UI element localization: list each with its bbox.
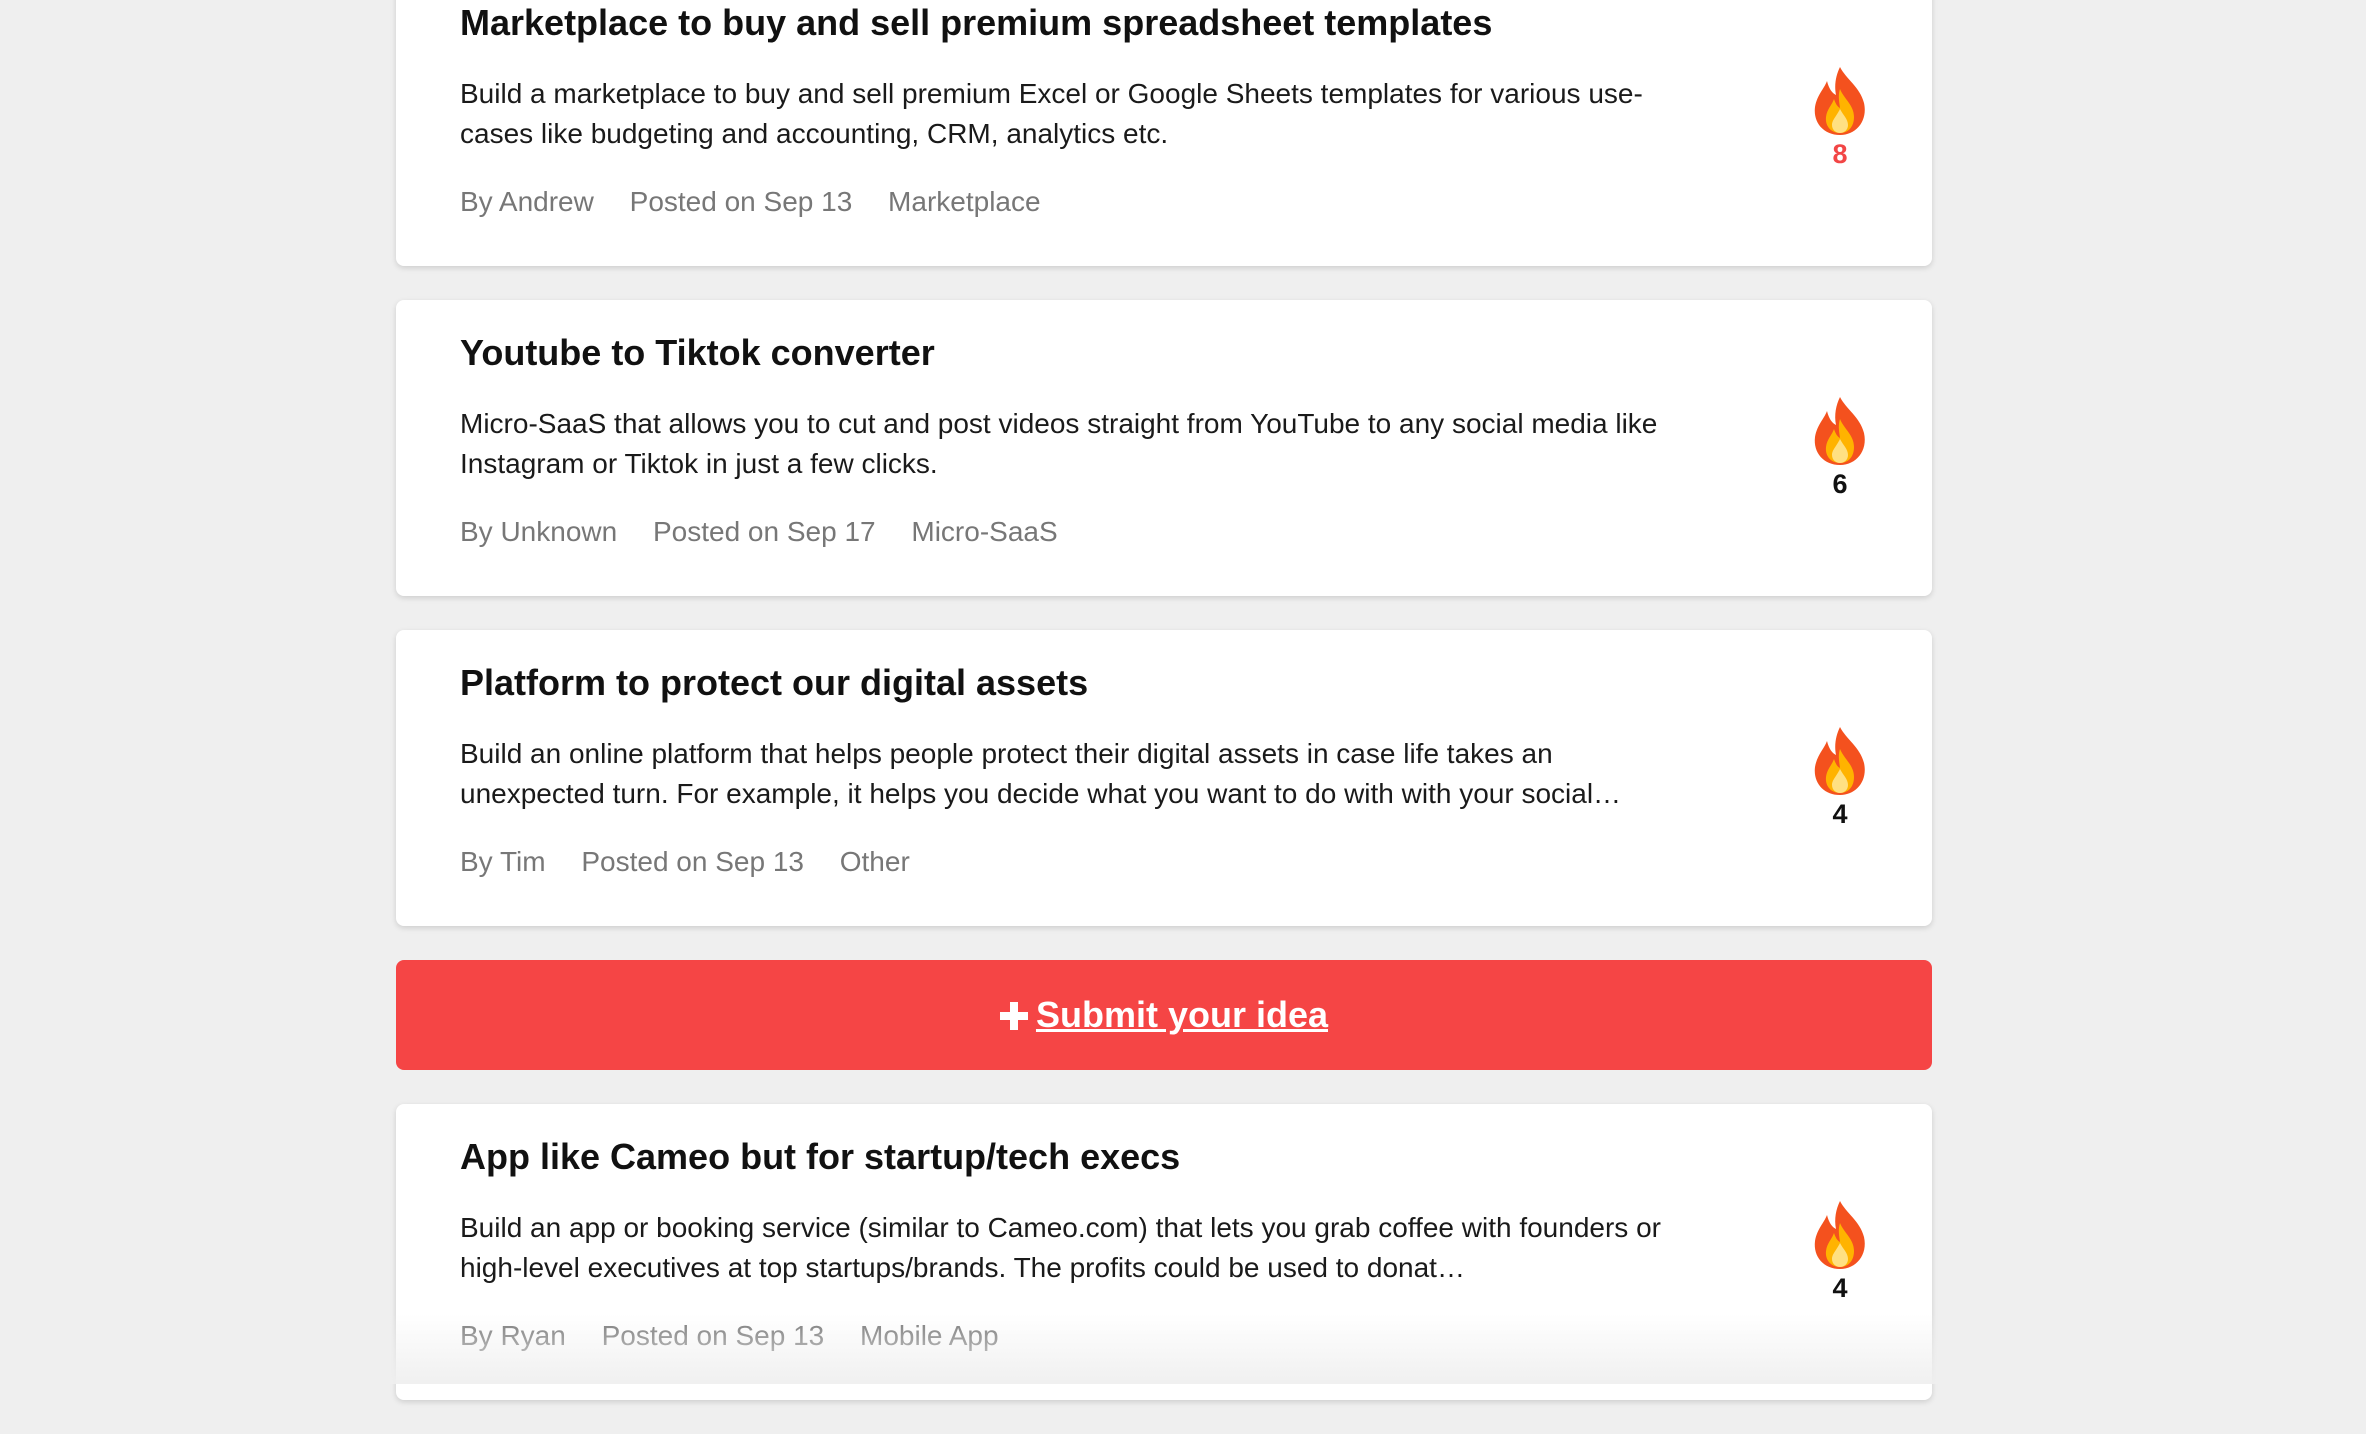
idea-author: By Ryan	[460, 1320, 566, 1351]
idea-card[interactable]: Marketplace to buy and sell premium spre…	[396, 0, 1932, 266]
idea-date: Posted on Sep 17	[652, 516, 876, 547]
idea-category[interactable]: Mobile App	[860, 1320, 999, 1351]
idea-card[interactable]: Platform to protect our digital assets B…	[396, 630, 1932, 926]
idea-date: Posted on Sep 13	[601, 1320, 825, 1351]
idea-category[interactable]: Micro-SaaS	[911, 516, 1057, 547]
idea-author: By Tim	[460, 846, 546, 877]
ideas-feed: Marketplace to buy and sell premium spre…	[396, 0, 1932, 1434]
idea-author: By Unknown	[460, 516, 618, 547]
idea-card[interactable]: App like Cameo but for startup/tech exec…	[396, 1104, 1932, 1400]
upvote-button[interactable]: 4	[1800, 725, 1880, 831]
idea-meta: By Andrew Posted on Sep 13 Marketplace	[460, 182, 1662, 222]
fire-icon	[1800, 65, 1880, 137]
idea-title[interactable]: App like Cameo but for startup/tech exec…	[460, 1132, 1662, 1182]
submit-idea-button[interactable]: Submit your idea	[396, 960, 1932, 1070]
submit-idea-label: Submit your idea	[1035, 994, 1329, 1035]
idea-author: By Andrew	[460, 186, 594, 217]
idea-meta: By Tim Posted on Sep 13 Other	[460, 842, 1662, 882]
idea-date: Posted on Sep 13	[581, 846, 804, 877]
upvote-button[interactable]: 4	[1800, 1199, 1880, 1305]
fire-icon	[1800, 725, 1880, 797]
idea-meta: By Unknown Posted on Sep 17 Micro-SaaS	[460, 512, 1662, 552]
vote-count: 4	[1832, 799, 1848, 829]
idea-title[interactable]: Youtube to Tiktok converter	[460, 328, 1662, 378]
vote-count: 8	[1832, 139, 1848, 169]
idea-description: Micro-SaaS that allows you to cut and po…	[460, 408, 1658, 479]
idea-description: Build a marketplace to buy and sell prem…	[460, 78, 1643, 149]
idea-description: Build an app or booking service (similar…	[460, 1212, 1661, 1283]
fire-icon	[1800, 1199, 1880, 1271]
idea-title[interactable]: Marketplace to buy and sell premium spre…	[460, 0, 1662, 48]
idea-title[interactable]: Platform to protect our digital assets	[460, 658, 1662, 708]
idea-description: Build an online platform that helps peop…	[460, 738, 1622, 809]
upvote-button[interactable]: 6	[1800, 395, 1880, 501]
fire-icon	[1800, 395, 1880, 467]
idea-meta: By Ryan Posted on Sep 13 Mobile App	[460, 1316, 1662, 1356]
idea-category[interactable]: Marketplace	[888, 186, 1041, 217]
idea-category[interactable]: Other	[840, 846, 910, 877]
plus-icon	[999, 960, 1028, 1070]
idea-date: Posted on Sep 13	[629, 186, 853, 217]
upvote-button[interactable]: 8	[1800, 65, 1880, 171]
vote-count: 4	[1832, 1273, 1848, 1303]
idea-card[interactable]: Youtube to Tiktok converter Micro-SaaS t…	[396, 300, 1932, 596]
vote-count: 6	[1832, 469, 1848, 499]
